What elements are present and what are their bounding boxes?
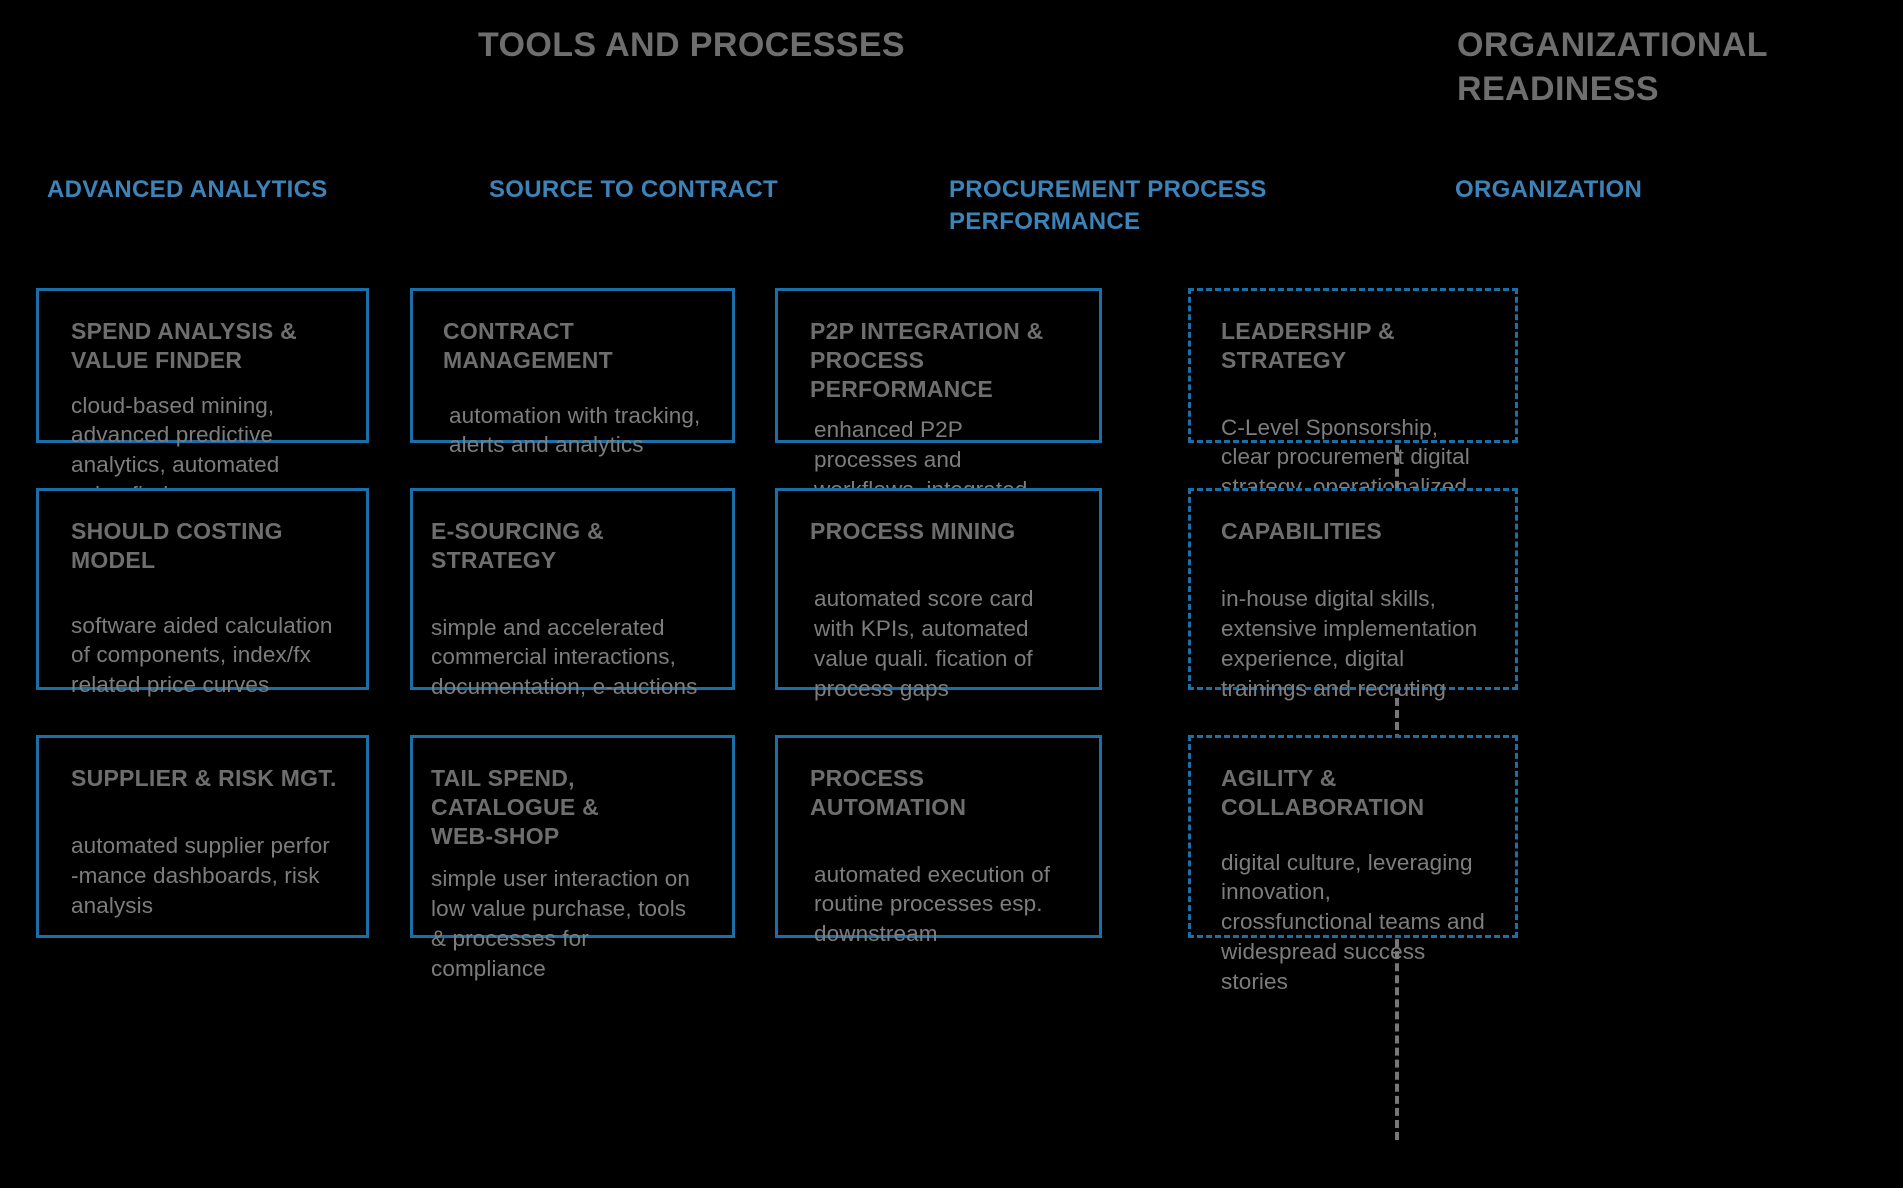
card-capabilities[interactable]: CAPABILITIES in-house digital skills, ex… [1188, 488, 1518, 701]
card-tail-spend-catalogue-and-web-shop[interactable]: TAIL SPEND, CATALOGUE & WEB-SHOP simple … [410, 735, 735, 981]
card-should-costing-model[interactable]: SHOULD COSTING MODEL software aided calc… [36, 488, 369, 697]
card-agility-and-collaboration[interactable]: AGILITY & COLLABORATION digital culture,… [1188, 735, 1518, 994]
column-heading-advanced-analytics: ADVANCED ANALYTICS [47, 176, 328, 203]
card-body: automated score card with KPIs, automate… [814, 585, 1034, 701]
section-headers: TOOLS AND PROCESSES ORGANIZATIONAL READI… [0, 0, 1903, 150]
card-title: CONTRACT MANAGEMENT [443, 318, 613, 373]
card-contract-management[interactable]: CONTRACT MANAGEMENT automation with trac… [410, 288, 735, 457]
card-title: SUPPLIER & RISK MGT. [71, 765, 337, 791]
card-body: simple user interaction on low value pur… [431, 866, 690, 982]
card-title: CAPABILITIES [1221, 518, 1383, 544]
card-body: automation with tracking, alerts and ana… [449, 402, 701, 458]
card-supplier-and-risk-mgt[interactable]: SUPPLIER & RISK MGT. automated supplier … [36, 735, 369, 938]
column-heading-organization: ORGANIZATION [1455, 176, 1643, 203]
card-title: P2P INTEGRATION & PROCESS PERFORMANCE [810, 318, 1044, 402]
card-process-mining[interactable]: PROCESS MINING automated score card with… [775, 488, 1102, 701]
card-e-sourcing-and-strategy[interactable]: E-SOURCING & STRATEGY simple and acceler… [410, 488, 735, 699]
card-p2p-integration-and-process-performance[interactable]: P2P INTEGRATION & PROCESS PERFORMANCE en… [775, 288, 1102, 532]
card-title: PROCESS AUTOMATION [810, 765, 967, 820]
card-title: SPEND ANALYSIS & VALUE FINDER [71, 318, 297, 373]
card-title: PROCESS MINING [810, 518, 1016, 544]
card-title: SHOULD COSTING MODEL [71, 518, 283, 573]
card-title: TAIL SPEND, CATALOGUE & WEB-SHOP [431, 765, 599, 849]
card-leadership-and-strategy[interactable]: LEADERSHIP & STRATEGY C-Level Sponsorshi… [1188, 288, 1518, 529]
section-title-tools-and-processes: TOOLS AND PROCESSES [478, 26, 906, 64]
card-title: E-SOURCING & STRATEGY [431, 518, 604, 573]
card-body: software aided calculation of components… [71, 612, 333, 698]
card-title: LEADERSHIP & STRATEGY [1221, 318, 1395, 373]
card-spend-analysis-and-value-finder[interactable]: SPEND ANALYSIS & VALUE FINDER cloud-base… [36, 288, 369, 507]
card-title: AGILITY & COLLABORATION [1221, 765, 1425, 820]
card-body: in-house digital skills, extensive imple… [1221, 585, 1478, 701]
card-body: simple and accelerated commercial intera… [431, 614, 698, 700]
card-body: digital culture, leveraging innovation, … [1221, 849, 1485, 995]
card-process-automation[interactable]: PROCESS AUTOMATION automated execution o… [775, 735, 1102, 946]
card-body: automated supplier perfor -mance dashboa… [71, 832, 330, 918]
section-title-organizational-readiness: ORGANIZATIONAL READINESS [1457, 26, 1768, 108]
column-heading-source-to-contract: SOURCE TO CONTRACT [489, 176, 778, 203]
card-body: automated execution of routine processes… [814, 861, 1051, 947]
column-heading-procurement-process-performance: PROCUREMENT PROCESS PERFORMANCE [949, 176, 1267, 236]
